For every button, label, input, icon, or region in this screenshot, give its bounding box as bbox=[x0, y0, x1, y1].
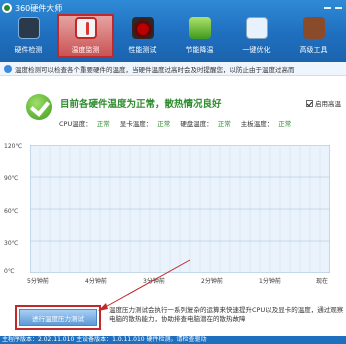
status-label: 显卡温度： bbox=[119, 120, 153, 128]
status-value: 正常 bbox=[278, 120, 292, 128]
tab-label: 高级工具 bbox=[299, 46, 328, 54]
tab-label: 硬件检测 bbox=[14, 46, 43, 54]
x-tick-label: 3分钟前 bbox=[143, 278, 165, 285]
y-tick-label: 120℃ bbox=[4, 143, 23, 150]
tab-label: 温度监测 bbox=[71, 46, 100, 54]
chip-icon bbox=[17, 17, 40, 39]
tab-advanced-tools[interactable]: 高级工具 bbox=[285, 14, 342, 58]
status-title: 目前各硬件温度为正常，散热情况良好 bbox=[60, 99, 222, 110]
tab-performance-test[interactable]: 性能测试 bbox=[114, 14, 171, 58]
tab-label: 一键优化 bbox=[242, 46, 271, 54]
x-tick-label: 5分钟前 bbox=[27, 278, 49, 285]
cpu-temp-status: CPU温度： 正常 bbox=[59, 118, 110, 128]
temperature-chart bbox=[30, 145, 330, 273]
x-tick-label: 现在 bbox=[316, 278, 329, 285]
thermometer-icon bbox=[74, 17, 97, 39]
tab-label: 节能降温 bbox=[185, 46, 214, 54]
info-notice: 温度检测可以检查各个重要硬件的温度，当硬件温度过高时会及时提醒您，以防止由于温度… bbox=[0, 62, 346, 76]
optimize-icon bbox=[245, 17, 268, 39]
window-controls bbox=[324, 2, 342, 9]
tab-one-click-optimize[interactable]: 一键优化 bbox=[228, 14, 285, 58]
disk-temp-status: 硬盘温度： 正常 bbox=[180, 118, 231, 128]
leaf-icon bbox=[188, 17, 211, 39]
app-logo-icon bbox=[2, 3, 12, 13]
y-tick-label: 60℃ bbox=[4, 208, 19, 215]
stress-test-button[interactable]: 进行温度压力测试 bbox=[15, 305, 101, 330]
app-title: 360硬件大师 bbox=[15, 3, 63, 13]
high-temp-alert-toggle[interactable]: 启用高温 bbox=[306, 98, 341, 108]
checkbox[interactable] bbox=[306, 99, 313, 107]
stress-test-button-label: 进行温度压力测试 bbox=[19, 309, 97, 326]
status-label: 硬盘温度： bbox=[180, 120, 213, 128]
x-tick-label: 4分钟前 bbox=[85, 278, 107, 285]
app-header: 360硬件大师 硬件检测 温度监测 性能测试 节能降温 一键优化 高级工具 bbox=[0, 0, 346, 62]
x-tick-label: 1分钟前 bbox=[259, 278, 281, 285]
status-bar: 主程序版本：2.02.11.010 主设备版本：1.0.11.010 硬件检测，… bbox=[0, 336, 346, 344]
y-tick-label: 30℃ bbox=[4, 240, 19, 247]
temperature-status-list: CPU温度： 正常 显卡温度： 正常 硬盘温度： 正常 主板温度： 正常 bbox=[59, 118, 301, 128]
minimize-icon[interactable] bbox=[324, 7, 331, 9]
status-value: 正常 bbox=[217, 120, 231, 128]
tab-energy-saving[interactable]: 节能降温 bbox=[171, 14, 228, 58]
checkmark-icon bbox=[26, 94, 52, 120]
board-temp-status: 主板温度： 正常 bbox=[241, 118, 292, 128]
status-value: 正常 bbox=[96, 120, 110, 128]
gauge-icon bbox=[131, 17, 154, 39]
tab-label: 性能测试 bbox=[128, 46, 157, 54]
y-tick-label: 0℃ bbox=[4, 268, 15, 275]
high-temp-alert-label: 启用高温 bbox=[315, 100, 341, 108]
main-toolbar: 硬件检测 温度监测 性能测试 节能降温 一键优化 高级工具 bbox=[0, 14, 346, 58]
y-tick-label: 90℃ bbox=[4, 175, 19, 182]
status-label: 主板温度： bbox=[240, 120, 274, 128]
toolbox-icon bbox=[302, 17, 325, 39]
stress-test-description: 温度压力测试会执行一系列复杂的运算来快速提升CPU以及显卡的温度，通过观察电脑的… bbox=[109, 306, 344, 323]
x-tick-label: 2分钟前 bbox=[201, 278, 223, 285]
tab-temperature-monitor[interactable]: 温度监测 bbox=[57, 14, 114, 58]
status-value: 正常 bbox=[157, 120, 171, 128]
status-label: CPU温度： bbox=[59, 120, 92, 128]
close-icon[interactable] bbox=[335, 7, 342, 9]
tab-hardware-detect[interactable]: 硬件检测 bbox=[0, 14, 57, 58]
gpu-temp-status: 显卡温度： 正常 bbox=[120, 118, 171, 128]
info-icon bbox=[4, 64, 12, 73]
window-title-bar: 360硬件大师 bbox=[2, 2, 62, 14]
notice-text: 温度检测可以检查各个重要硬件的温度，当硬件温度过高时会及时提醒您，以防止由于温度… bbox=[15, 65, 295, 74]
